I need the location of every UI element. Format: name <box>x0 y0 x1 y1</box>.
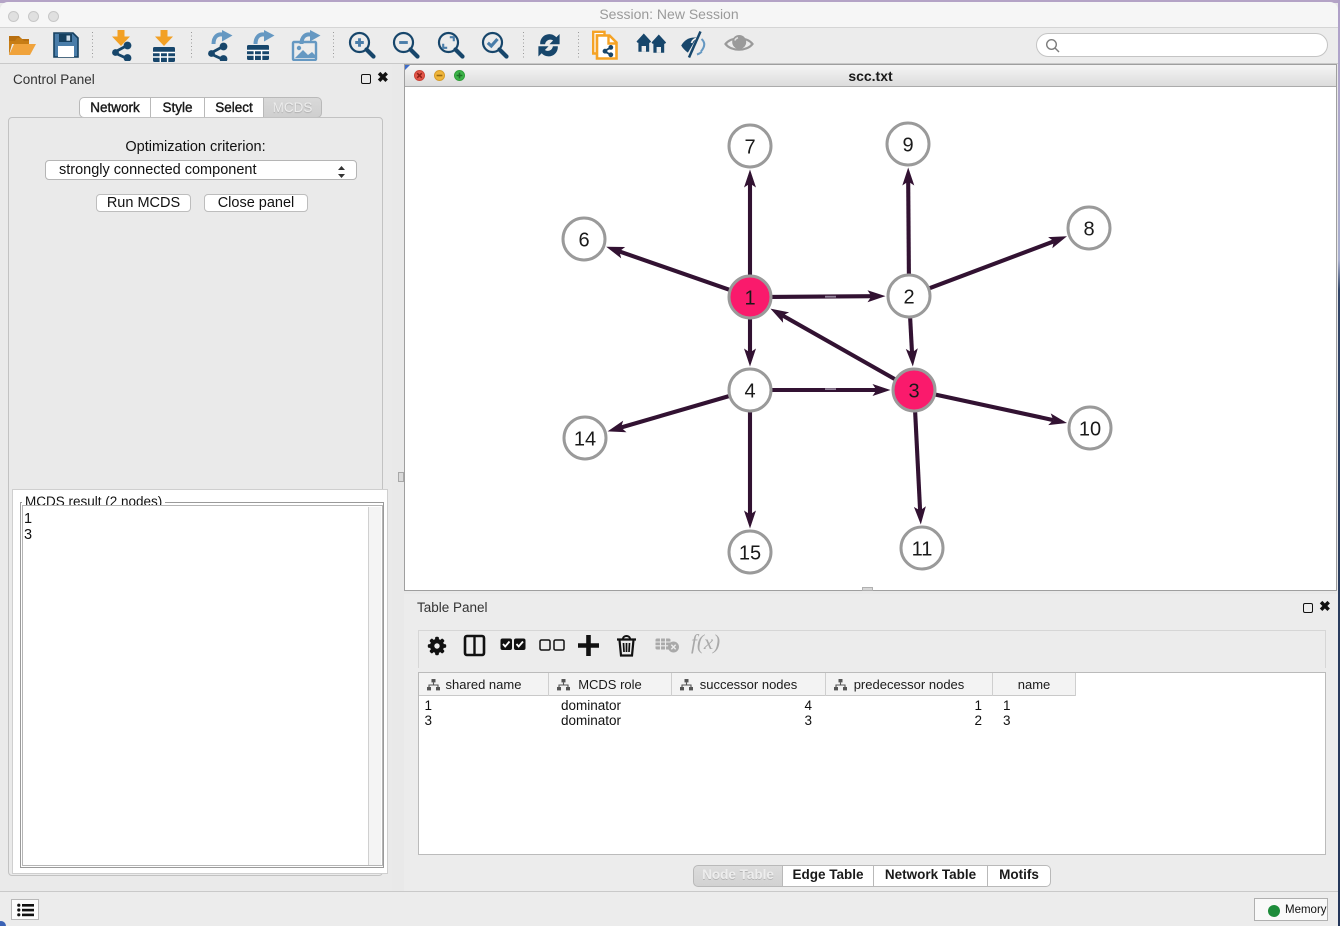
svg-text:14: 14 <box>574 428 596 450</box>
svg-text:1: 1 <box>744 287 755 309</box>
svg-text:8: 8 <box>1083 218 1094 240</box>
svg-text:4: 4 <box>744 380 755 402</box>
svg-text:3: 3 <box>908 380 919 402</box>
svg-text:15: 15 <box>739 542 761 564</box>
svg-text:7: 7 <box>744 136 755 158</box>
svg-text:10: 10 <box>1079 418 1101 440</box>
svg-text:2: 2 <box>903 286 914 308</box>
svg-text:6: 6 <box>578 229 589 251</box>
svg-text:11: 11 <box>912 538 933 560</box>
svg-text:9: 9 <box>902 134 913 156</box>
